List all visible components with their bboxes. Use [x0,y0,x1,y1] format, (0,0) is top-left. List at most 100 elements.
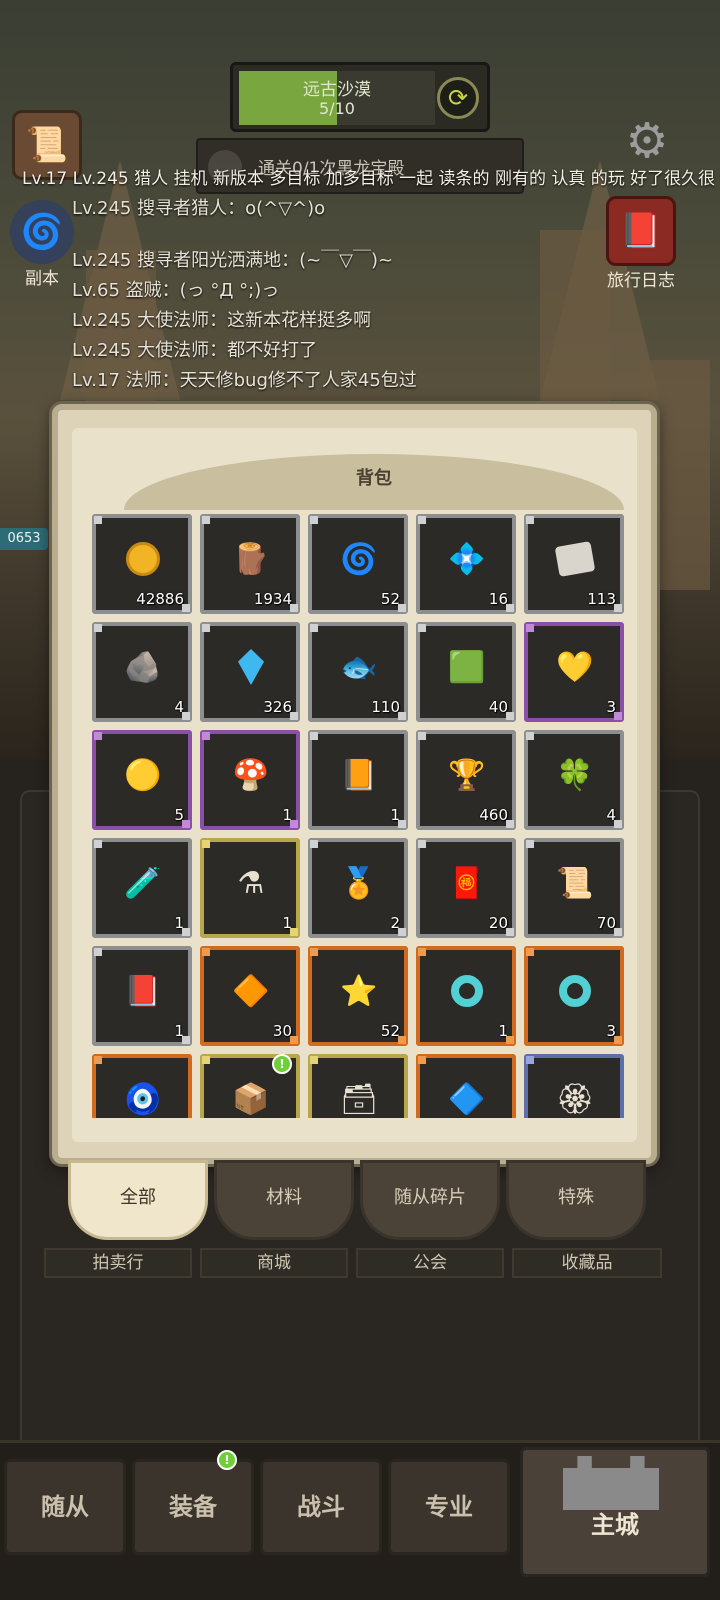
item-count: 1 [498,1022,508,1040]
bag-slot[interactable]: 🟡 5 [92,730,192,830]
bag-slot[interactable]: ⚗ 1 [200,838,300,938]
item-count: 1 [282,914,292,932]
chat-line: Lv.245 搜寻者阳光洒满地：(~￣▽￣)~ [72,250,394,271]
bag-slot[interactable]: 🪨 4 [92,622,192,722]
bag-slot[interactable]: 🐟 110 [308,622,408,722]
yellow-ore-icon: ⭐ [340,973,378,1009]
bag-slot[interactable]: 🏅 2 [308,838,408,938]
bag-slot[interactable]: 💠 16 [416,514,516,614]
cyan-ring-icon [556,972,594,1010]
bag-slot[interactable]: 🧿 [92,1054,192,1118]
bag-grid-viewport[interactable]: 42886 🪵 1934 🌀 52 💠 16 113 🪨 4 326 🐟 110 🟩 40 💛 3 🟡 5 🍄 1 📙 1 🏆… [92,514,632,1118]
tab-special[interactable]: 特殊 [506,1160,646,1240]
green-square-coin-icon: 🟩 [448,649,486,685]
bag-grid: 42886 🪵 1934 🌀 52 💠 16 113 🪨 4 326 🐟 110 🟩 40 💛 3 🟡 5 🍄 1 📙 1 🏆… [92,514,624,1118]
guild-button[interactable]: 公会 [356,1248,504,1278]
bag-slot[interactable]: 113 [524,514,624,614]
nav-profession[interactable]: 专业 [388,1459,510,1555]
bag-slot[interactable]: ⭐ 52 [308,946,408,1046]
bag-slot[interactable]: 💛 3 [524,622,624,722]
nav-main-city[interactable]: 主城 [520,1447,710,1577]
chat-line: Lv.245 搜寻者猎人：o(^▽^)o [72,198,326,219]
ruby-emblem-icon: 🏵 [555,1081,595,1117]
chat-line: Lv.245 大使法师：都不好打了 [72,340,318,361]
nav-battle[interactable]: 战斗 [260,1459,382,1555]
gold-mushroom-icon: 🍄 [232,757,270,793]
item-count: 326 [263,698,292,716]
blue-gem-icon [232,648,270,686]
collection-button[interactable]: 收藏品 [512,1248,662,1278]
bag-slot[interactable]: 🔷 [416,1054,516,1118]
item-count: 52 [380,590,400,608]
auction-house-button[interactable]: 拍卖行 [44,1248,192,1278]
castle-icon [563,1456,659,1510]
chat-feed[interactable]: Lv.17 Lv.245 猎人 挂机 新版本 多目标 加多目标 一起 读条的 刚… [22,164,720,396]
bag-slot[interactable]: 🔶 30 [200,946,300,1046]
nav-followers-label: 随从 [41,1493,89,1521]
bag-slot[interactable]: 42886 [92,514,192,614]
bag-slot[interactable]: 3 [524,946,624,1046]
nav-main-city-label: 主城 [591,1511,639,1539]
bag-slot[interactable]: 🏆 460 [416,730,516,830]
bag-slot[interactable]: 🗃 [308,1054,408,1118]
gold-medal-icon: 🏅 [340,865,378,901]
item-count: 4 [174,698,184,716]
cycle-icon[interactable]: ⟳ [437,77,479,119]
tab-follower-shards[interactable]: 随从碎片 [360,1160,500,1240]
parchment-scroll-icon [554,540,596,578]
item-count: 52 [380,1022,400,1040]
chat-line: Lv.65 盗贼：(っ °Д °;)っ [72,280,280,301]
bag-slot[interactable]: 🌀 52 [308,514,408,614]
item-count: 4 [606,806,616,824]
item-count: 1 [282,806,292,824]
chat-line: Lv.17 法师：天天修bug修不了人家45包过 [72,370,417,391]
bag-slot[interactable]: 🟩 40 [416,622,516,722]
tab-materials[interactable]: 材料 [214,1160,354,1240]
gold-nugget-icon: 🟡 [124,757,162,793]
item-count: 16 [488,590,508,608]
bag-tabs: 全部 材料 随从碎片 特殊 [68,1160,668,1250]
bag-slot[interactable]: 1 [416,946,516,1046]
shop-button[interactable]: 商城 [200,1248,348,1278]
orange-eye-stone-icon: 🧿 [124,1081,162,1117]
item-count: 1 [390,806,400,824]
clover-icon: 🍀 [556,757,594,793]
item-count: 113 [587,590,616,608]
sapphire-icon: 🔷 [448,1081,486,1117]
bag-title: 背包 [356,468,392,489]
cyan-ring-icon [448,972,486,1010]
bag-slot[interactable]: 🪵 1934 [200,514,300,614]
fish-fossil-icon: 🐟 [340,649,378,685]
nav-equipment-label: 装备 [169,1493,217,1521]
item-count: 42886 [136,590,184,608]
bag-slot[interactable]: 🏵 [524,1054,624,1118]
blue-relic-box-icon: 🗃 [339,1081,379,1117]
item-count: 20 [488,914,508,932]
red-pouch-icon: 🧧 [448,865,486,901]
bag-slot[interactable]: 🧧 20 [416,838,516,938]
bag-slot[interactable]: 📙 1 [308,730,408,830]
red-potion-icon: 🧪 [124,865,162,901]
exp-book-icon: 📙 [340,757,378,793]
item-count: 30 [272,1022,292,1040]
item-count: 1 [174,914,184,932]
item-count: 3 [606,698,616,716]
nav-followers[interactable]: 随从 [4,1459,126,1555]
bag-slot[interactable]: 326 [200,622,300,722]
zone-selector[interactable]: 远古沙漠 5/10 ⟳ [230,62,490,132]
bag-slot[interactable]: 📕 1 [92,946,192,1046]
bag-slot[interactable]: 🧪 1 [92,838,192,938]
zone-name: 远古沙漠 [303,80,371,100]
bag-slot[interactable]: 📦! [200,1054,300,1118]
tab-all[interactable]: 全部 [68,1160,208,1240]
bag-slot[interactable]: 🍄 1 [200,730,300,830]
blue-potion-icon: ⚗ [237,865,265,901]
nav-battle-label: 战斗 [297,1493,345,1521]
gold-coin-icon [124,540,162,578]
chat-line: Lv.245 大使法师：这新本花样挺多啊 [72,310,372,331]
bag-slot[interactable]: 📜 70 [524,838,624,938]
gray-rune-stone-icon: 🪨 [124,649,162,685]
bag-slot[interactable]: 🍀 4 [524,730,624,830]
nav-equipment[interactable]: 装备 ! [132,1450,254,1555]
item-count: 40 [488,698,508,716]
